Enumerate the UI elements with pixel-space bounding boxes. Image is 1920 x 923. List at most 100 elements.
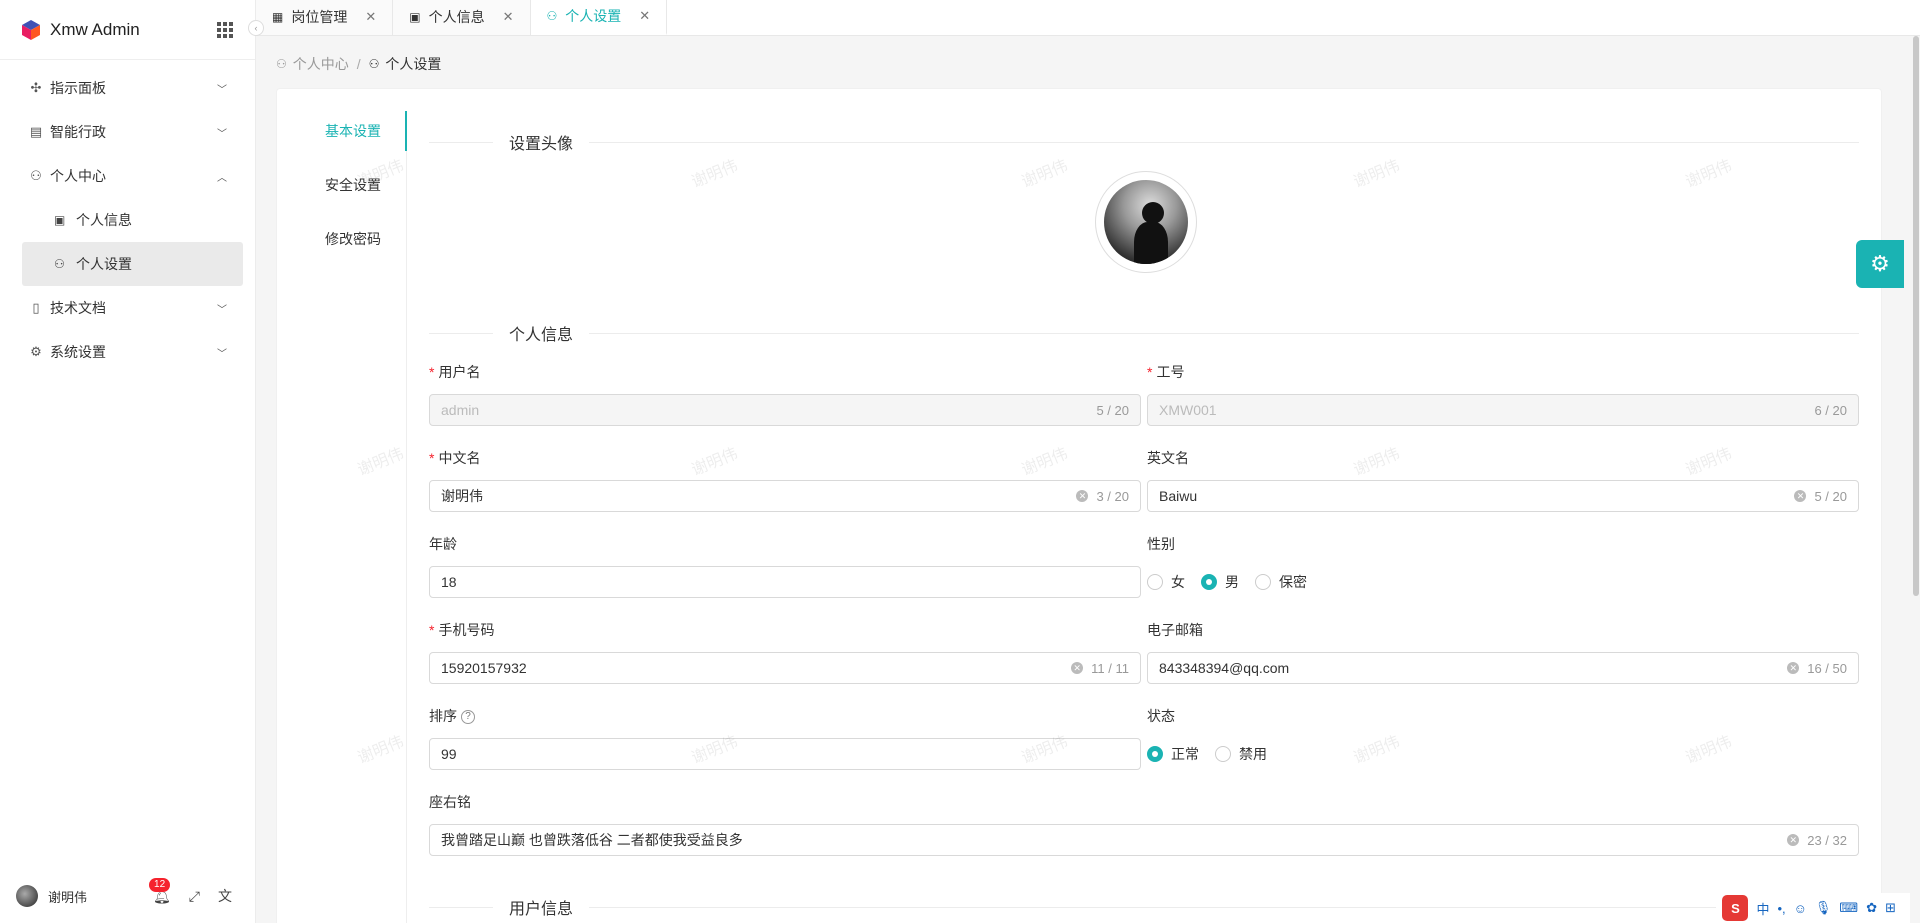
user-settings-icon: ⚇: [54, 257, 65, 271]
subnav-change-password[interactable]: 修改密码: [277, 219, 406, 273]
field-label: 性别: [1147, 536, 1175, 552]
subnav-basic-settings[interactable]: 基本设置: [277, 111, 407, 151]
gear-icon: ⚙: [30, 344, 42, 359]
apps-grid-icon[interactable]: [217, 21, 233, 38]
cn-name-input[interactable]: 谢明伟 ✕ 3 / 20: [429, 480, 1141, 512]
id-card-icon: ▣: [409, 10, 421, 24]
close-icon[interactable]: ✕: [639, 8, 650, 24]
fullscreen-icon[interactable]: ⤢: [189, 888, 200, 905]
translate-icon[interactable]: 文: [218, 886, 232, 906]
collapse-sidebar-icon[interactable]: ‹: [248, 20, 264, 36]
scrollbar[interactable]: [1912, 36, 1920, 596]
clear-icon[interactable]: ✕: [1076, 490, 1089, 502]
char-count: 11 / 11: [1091, 660, 1129, 676]
tab-personal-settings[interactable]: ⚇ 个人设置 ✕: [530, 0, 668, 35]
status-field: 状态 正常 禁用: [1147, 706, 1859, 770]
age-input[interactable]: 18: [429, 566, 1141, 598]
avatar[interactable]: [16, 885, 38, 907]
sort-field: 排序? 99: [429, 706, 1141, 770]
brand-bar: Xmw Admin: [0, 0, 255, 60]
emoji-icon[interactable]: ☺: [1794, 901, 1807, 916]
username-input[interactable]: admin 5 / 20: [429, 394, 1141, 426]
close-icon[interactable]: ✕: [365, 9, 376, 25]
gender-female-radio[interactable]: 女: [1147, 572, 1185, 592]
chevron-down-icon: ﹀: [217, 304, 227, 316]
profile-avatar[interactable]: [1095, 171, 1197, 273]
settings-card: 基本设置 安全设置 修改密码 设置头像 个人信息 * 用户名 admin 5 / …: [276, 88, 1882, 923]
chevron-up-icon: ︿: [217, 172, 227, 184]
en-name-input[interactable]: Baiwu ✕ 5 / 20: [1147, 480, 1859, 512]
section-title: 设置头像: [509, 136, 574, 153]
char-count: 16 / 50: [1807, 660, 1847, 676]
scrollbar-thumb[interactable]: [1913, 36, 1919, 596]
ime-toolbar[interactable]: S 中 •, ☺ 🎙︎ ⌨ ✿ ⊞: [1716, 893, 1910, 923]
menu-item-personal-center[interactable]: ⚇ 个人中心 ︿: [0, 154, 255, 198]
status-disabled-radio[interactable]: 禁用: [1215, 744, 1267, 764]
field-label: 电子邮箱: [1147, 622, 1203, 638]
punctuation-icon[interactable]: •,: [1777, 901, 1785, 916]
clear-icon[interactable]: ✕: [1787, 834, 1800, 846]
status-radio-group: 正常 禁用: [1147, 738, 1859, 770]
question-circle-icon[interactable]: ?: [461, 710, 475, 725]
bell-icon[interactable]: 🔔︎ 12: [149, 877, 171, 905]
username[interactable]: 谢明伟: [48, 887, 135, 906]
field-label: 状态: [1147, 708, 1175, 724]
submenu-item-personal-settings[interactable]: ⚇ 个人设置: [22, 242, 243, 286]
settings-drawer-button[interactable]: ⚙: [1856, 240, 1904, 288]
char-count: 23 / 32: [1807, 832, 1847, 848]
menu-item-system[interactable]: ⚙ 系统设置 ﹀: [0, 330, 255, 374]
user-settings-icon: ⚇: [546, 9, 558, 23]
ime-lang[interactable]: 中: [1756, 899, 1769, 918]
breadcrumb-parent[interactable]: 个人中心: [293, 54, 349, 74]
tab-label: 岗位管理: [291, 9, 348, 25]
menu-item-docs[interactable]: ▯ 技术文档 ﹀: [0, 286, 255, 330]
sidebar: Xmw Admin ✣ 指示面板 ﹀ ▤ 智能行政 ﹀ ⚇ 个人中心 ︿ ▣ 个…: [0, 0, 256, 923]
menu-item-label: 系统设置: [50, 344, 106, 360]
phone-field: * 手机号码 15920157932 ✕ 11 / 11: [429, 620, 1141, 684]
chevron-down-icon: ﹀: [217, 84, 227, 96]
keyboard-icon[interactable]: ⌨: [1839, 900, 1858, 916]
job-no-input[interactable]: XMW001 6 / 20: [1147, 394, 1859, 426]
clear-icon[interactable]: ✕: [1787, 662, 1800, 674]
tab-position-management[interactable]: ▦ 岗位管理 ✕: [256, 0, 394, 35]
en-name-field: 英文名 Baiwu ✕ 5 / 20: [1147, 448, 1859, 512]
section-avatar-divider: 设置头像: [429, 132, 1859, 153]
field-label: 工号: [1156, 364, 1185, 380]
gear-icon: ⚙: [1870, 251, 1890, 276]
menu-item-label: 个人中心: [50, 168, 106, 184]
document-icon: ▯: [32, 300, 40, 315]
contact-icon: ▦: [272, 10, 284, 24]
user-icon: ⚇: [276, 57, 287, 71]
tab-label: 个人信息: [428, 9, 485, 25]
job-no-field: * 工号 XMW001 6 / 20: [1147, 362, 1859, 426]
email-field: 电子邮箱 843348394@qq.com ✕ 16 / 50: [1147, 620, 1859, 684]
phone-input[interactable]: 15920157932 ✕ 11 / 11: [429, 652, 1141, 684]
grid-icon[interactable]: ⊞: [1885, 900, 1896, 916]
menu-item-label: 指示面板: [50, 80, 106, 96]
email-input[interactable]: 843348394@qq.com ✕ 16 / 50: [1147, 652, 1859, 684]
motto-input[interactable]: 我曾踏足山巅 也曾跌落低谷 二者都使我受益良多 ✕ 23 / 32: [429, 824, 1859, 856]
submenu-item-label: 个人设置: [76, 256, 132, 272]
ime-logo-icon[interactable]: S: [1722, 895, 1749, 921]
gender-secret-radio[interactable]: 保密: [1255, 572, 1307, 592]
sidebar-footer: 谢明伟 🔔︎ 12 ⤢ 文: [0, 877, 256, 911]
tab-personal-info[interactable]: ▣ 个人信息 ✕: [393, 0, 531, 35]
field-label: 年龄: [429, 536, 457, 552]
menu-item-admin[interactable]: ▤ 智能行政 ﹀: [0, 110, 255, 154]
gender-male-radio[interactable]: 男: [1201, 572, 1239, 592]
section-personal-divider: 个人信息: [429, 323, 1859, 344]
breadcrumb-current: 个人设置: [385, 56, 442, 72]
close-icon[interactable]: ✕: [503, 9, 514, 25]
field-label: 手机号码: [438, 622, 495, 638]
subnav-security-settings[interactable]: 安全设置: [277, 165, 406, 219]
skin-icon[interactable]: ✿: [1866, 900, 1877, 916]
menu-item-dashboard[interactable]: ✣ 指示面板 ﹀: [0, 66, 255, 110]
tab-bar: ‹ ▦ 岗位管理 ✕ ▣ 个人信息 ✕ ⚇ 个人设置 ✕: [248, 0, 1920, 36]
status-normal-radio[interactable]: 正常: [1147, 744, 1199, 764]
submenu-item-personal-info[interactable]: ▣ 个人信息: [22, 198, 243, 242]
clear-icon[interactable]: ✕: [1794, 490, 1807, 502]
microphone-icon[interactable]: 🎙︎: [1815, 900, 1832, 916]
clear-icon[interactable]: ✕: [1071, 662, 1084, 674]
tab-label: 个人设置: [565, 8, 622, 24]
sort-input[interactable]: 99: [429, 738, 1141, 770]
